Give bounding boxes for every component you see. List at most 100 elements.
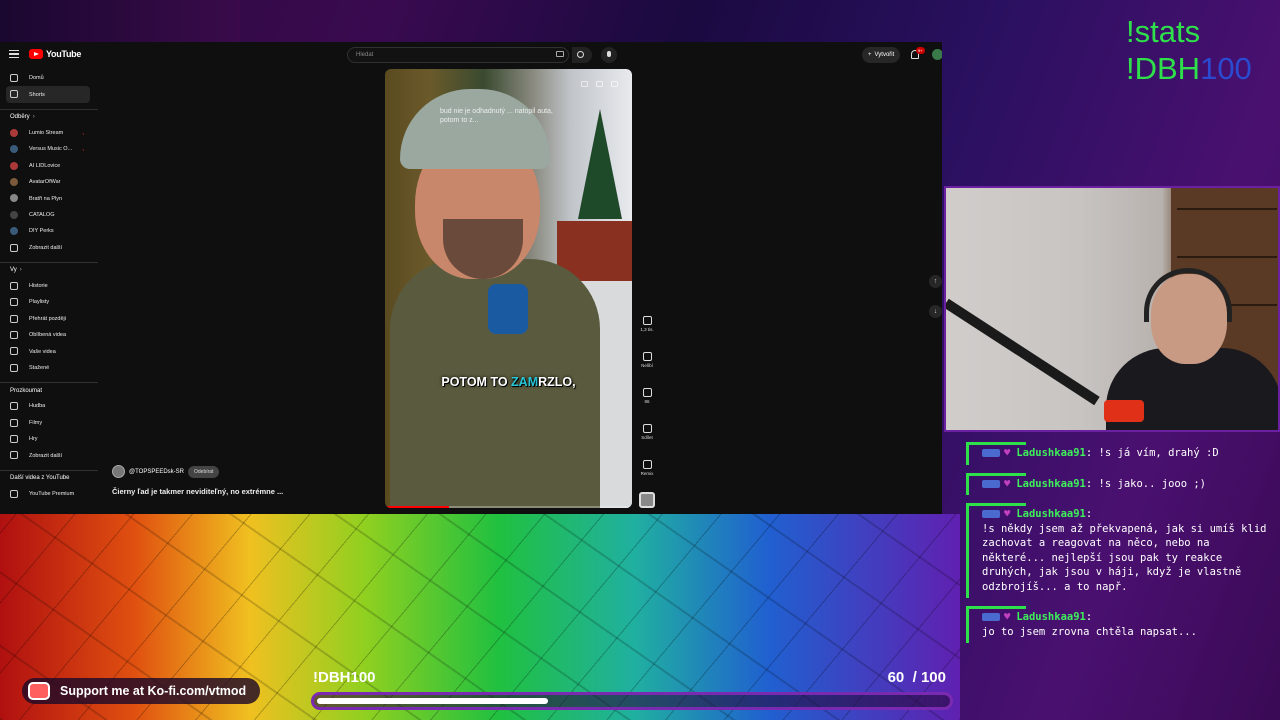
sidebar-item-vase-videa[interactable]: Vaše videa bbox=[0, 343, 98, 359]
sidebar-item-shorts[interactable]: Shorts bbox=[6, 86, 90, 103]
sidebar-section-more[interactable]: Další videa z YouTube bbox=[0, 469, 98, 486]
video-progress-fill bbox=[385, 506, 450, 508]
next-short-button[interactable]: ↓ bbox=[929, 305, 942, 318]
sidebar-item-historie[interactable]: Historie bbox=[0, 278, 98, 294]
action-remix[interactable]: Remix bbox=[637, 456, 657, 492]
channel-avatar-icon bbox=[10, 227, 18, 236]
subtitle-highlight: ZAM bbox=[511, 375, 539, 389]
sidebar-item-hudba[interactable]: Hudba bbox=[0, 398, 98, 414]
remix-icon bbox=[642, 460, 652, 469]
command-dbh-green: !DBH bbox=[1126, 51, 1201, 86]
subscribe-button[interactable]: Odebírat bbox=[188, 465, 220, 478]
chat-message-border bbox=[966, 472, 969, 495]
chat-message-border bbox=[966, 503, 969, 598]
chat-message-border bbox=[966, 606, 1026, 609]
sound-thumbnail-icon[interactable] bbox=[639, 492, 655, 508]
video-progress-bar[interactable] bbox=[385, 506, 632, 508]
sidebar-item-ai-lidlovice[interactable]: AI LIDLovice bbox=[0, 158, 98, 174]
action-label: Remix bbox=[640, 471, 654, 476]
live-indicator: • bbox=[82, 130, 84, 136]
avatar[interactable] bbox=[932, 49, 942, 60]
create-button[interactable]: + Vytvořit bbox=[862, 47, 901, 63]
menu-item-icon bbox=[10, 451, 18, 460]
logo-text: YouTube bbox=[46, 49, 82, 59]
action-share[interactable]: Sdílet bbox=[637, 420, 657, 456]
search-icon bbox=[577, 51, 584, 58]
chat-colon: : bbox=[1085, 508, 1093, 520]
chat-username: Ladushkaa91 bbox=[1016, 477, 1086, 490]
chat-username: Ladushkaa91 bbox=[1016, 508, 1086, 520]
more-icon[interactable] bbox=[596, 81, 603, 87]
action-label: Nelíbí bbox=[641, 363, 653, 368]
sidebar-item-lumio-stream[interactable]: Lumio Stream • bbox=[0, 125, 98, 141]
sidebar-item-zobrazit-dalsi[interactable]: Zobrazit další bbox=[0, 447, 98, 463]
live-indicator: • bbox=[82, 147, 84, 153]
menu-item-icon bbox=[10, 314, 18, 323]
short-title[interactable]: Čierny ľad je takmer neviditeľný, no ext… bbox=[112, 487, 283, 496]
chat-heart-icon: ♥ bbox=[1004, 508, 1011, 520]
chat-badge-icon bbox=[982, 479, 1000, 488]
sidebar-item-avatarofwar[interactable]: AvatarOfWar bbox=[0, 174, 98, 190]
sidebar-item-playlisty[interactable]: Playlisty bbox=[0, 294, 98, 310]
action-label: Sdílet bbox=[641, 435, 653, 440]
command-dbh: !DBH100 bbox=[1126, 53, 1252, 85]
menu-icon[interactable] bbox=[9, 49, 19, 59]
kofi-text: Support me at Ko-fi.com/vtmod bbox=[60, 684, 247, 698]
plus-icon: + bbox=[868, 52, 872, 58]
sidebar-section-explore[interactable]: Prozkoumat bbox=[0, 382, 98, 398]
sidebar-section-subscriptions[interactable]: Odběry bbox=[0, 108, 98, 125]
sidebar-item-prehrat-pozdeji[interactable]: Přehrát později bbox=[0, 311, 98, 327]
goal-count: 60 / 100 bbox=[888, 669, 946, 686]
search-input[interactable]: Hledat bbox=[347, 47, 569, 63]
keyboard-icon[interactable] bbox=[556, 51, 564, 57]
sidebar-item-zobrazit-dalsi[interactable]: Zobrazit další bbox=[0, 240, 98, 256]
youtube-logo[interactable]: YouTube bbox=[29, 49, 81, 59]
sidebar-item-label: Stažené bbox=[29, 365, 50, 372]
sidebar-item-catalog[interactable]: CATALOG bbox=[0, 207, 98, 223]
chat-colon: : bbox=[1085, 477, 1099, 490]
action-label: 86 bbox=[644, 399, 650, 404]
sidebar-item-domu[interactable]: Domů bbox=[0, 70, 98, 86]
channel-name[interactable]: @TOPSPEEDsk-SR bbox=[129, 469, 184, 475]
sidebar-item-versus-music-o[interactable]: Versus Music O... • bbox=[0, 141, 98, 157]
sidebar-item-bratri-na-plyn[interactable]: Bratři na Plyn bbox=[0, 190, 98, 206]
sidebar-item-label: Historie bbox=[29, 283, 48, 290]
menu-item-icon bbox=[10, 298, 18, 307]
sidebar-item-hry[interactable]: Hry bbox=[0, 431, 98, 447]
chat-message-border bbox=[966, 442, 1026, 445]
sidebar-item-stazene[interactable]: Stažené bbox=[0, 360, 98, 376]
chat-message: ♥ Ladushkaa91: !s jako.. jooo ;) bbox=[966, 472, 1280, 495]
sidebar-item-diy-perks[interactable]: DIY Perks bbox=[0, 223, 98, 239]
video-caption-top: bud nie je odhadnutý ... natopil auta, p… bbox=[440, 108, 553, 124]
menu-item-icon bbox=[10, 402, 18, 411]
sidebar-item-label: Versus Music O... bbox=[29, 146, 73, 153]
notification-badge: 9+ bbox=[916, 47, 925, 54]
chat-message-border bbox=[966, 442, 969, 465]
chat-badge-icon bbox=[982, 510, 1000, 518]
chat-message-border bbox=[966, 503, 1026, 506]
sidebar-item-label: Hry bbox=[29, 436, 38, 443]
channel-avatar-icon bbox=[10, 177, 18, 186]
action-thumbs-down[interactable]: Nelíbí bbox=[637, 348, 657, 384]
captions-icon[interactable] bbox=[581, 81, 588, 87]
sidebar-item-label: Bratři na Plyn bbox=[29, 195, 63, 202]
action-comment[interactable]: 86 bbox=[637, 384, 657, 420]
shorts-player[interactable]: bud nie je odhadnutý ... natopil auta, p… bbox=[385, 69, 632, 508]
video-subtitle: POTOM TO ZAMRZLO, bbox=[385, 375, 632, 389]
previous-short-button[interactable]: ↑ bbox=[929, 275, 942, 288]
command-stats: !stats bbox=[1126, 14, 1201, 49]
action-thumbs-up[interactable]: 1,3 tis. bbox=[637, 312, 657, 348]
fullscreen-icon[interactable] bbox=[611, 81, 618, 87]
goal-separator: / bbox=[912, 669, 917, 686]
chat-message: ♥ Ladushkaa91: !s někdy jsem až překvapená… bbox=[966, 503, 1280, 598]
sidebar-item-oblibena-videa[interactable]: Oblíbená videa bbox=[0, 327, 98, 343]
create-label: Vytvořit bbox=[874, 52, 895, 58]
sidebar-item-youtube-premium[interactable]: YouTube Premium bbox=[0, 486, 98, 502]
channel-avatar[interactable] bbox=[112, 465, 125, 478]
sidebar: DomůShortsOdběryLumio Stream•Versus Musi… bbox=[0, 70, 98, 502]
menu-item-icon bbox=[10, 347, 18, 356]
sidebar-item-label: Oblíbená videa bbox=[29, 332, 66, 339]
sidebar-section-you[interactable]: Vy bbox=[0, 261, 98, 278]
sidebar-item-filmy[interactable]: Filmy bbox=[0, 415, 98, 431]
sidebar-item-label: DIY Perks bbox=[29, 228, 54, 235]
